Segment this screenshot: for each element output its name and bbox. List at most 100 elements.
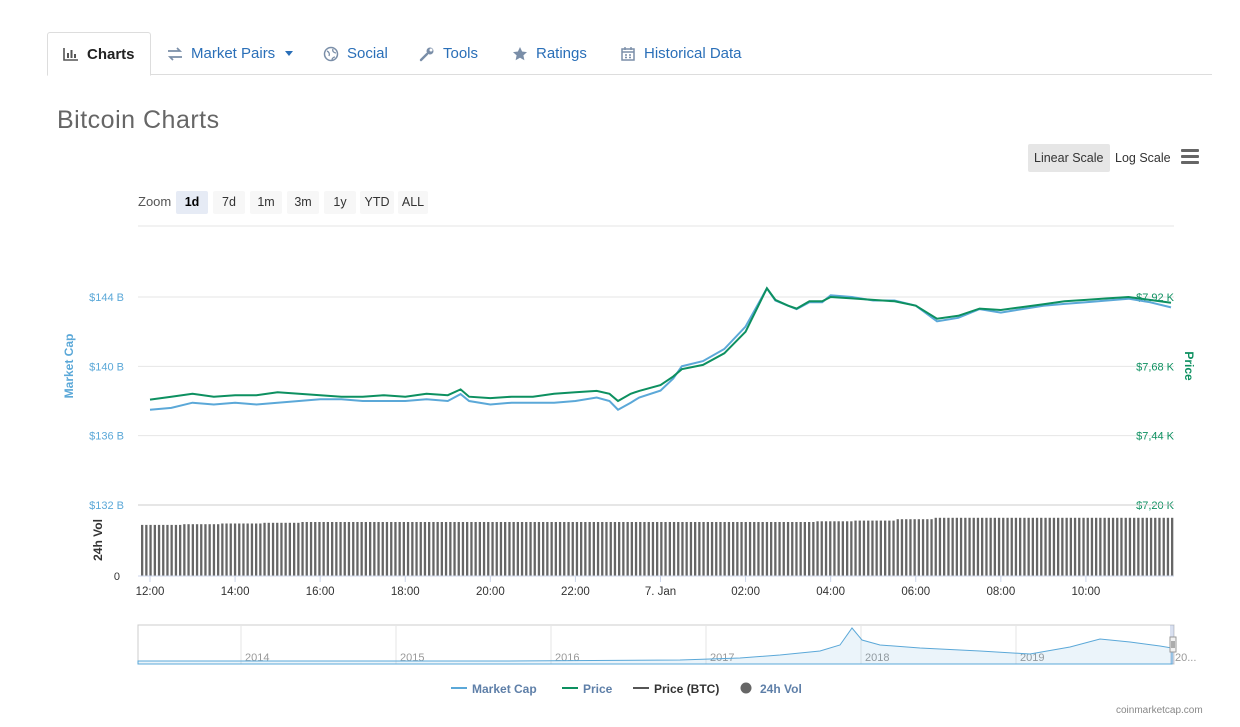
x-axis-tick-label: 04:00 [816, 586, 845, 598]
volume-bar [339, 522, 342, 576]
x-axis-tick-label: 18:00 [391, 586, 420, 598]
volume-bar [322, 522, 325, 576]
volume-bar [630, 522, 633, 576]
volume-bar [516, 522, 519, 576]
legend-label: Market Cap [472, 682, 537, 696]
volume-bar [736, 522, 739, 576]
price-axis-title: Price [1182, 351, 1196, 381]
volume-bar [428, 522, 431, 576]
volume-bar [782, 522, 785, 576]
volume-bar [546, 522, 549, 576]
volume-bar [179, 524, 182, 576]
volume-bar [233, 523, 237, 576]
volume-bar [689, 522, 693, 576]
volume-bar [1065, 517, 1068, 576]
volume-bar [250, 523, 254, 576]
volume-bar [478, 522, 481, 576]
volume-bar [495, 522, 498, 576]
volume-bar [748, 522, 752, 576]
navigator-handle[interactable] [1169, 636, 1177, 653]
volume-bar [229, 523, 232, 576]
volume-bar [647, 522, 650, 576]
volume-bar [195, 524, 199, 576]
legend-item-market-cap[interactable]: Market Cap [451, 682, 537, 696]
volume-bar [613, 522, 617, 576]
volume-bar [440, 522, 443, 576]
volume-bar [293, 522, 296, 577]
volume-bar [542, 522, 545, 576]
volume-bar [1124, 517, 1127, 576]
volume-zero-tick: 0 [114, 571, 120, 583]
volume-bar [487, 522, 490, 576]
volume-bar [1111, 517, 1115, 576]
volume-bar [605, 522, 608, 576]
legend-item-24h-vol[interactable]: 24h Vol [740, 682, 802, 696]
volume-bar [444, 522, 448, 576]
volume-bar [989, 517, 992, 576]
volume-bar [778, 522, 781, 576]
legend-item-price-btc[interactable]: Price (BTC) [633, 682, 719, 696]
volume-bar [786, 522, 790, 576]
volume-bar [436, 522, 439, 576]
volume-bar [905, 519, 908, 576]
volume-bar [255, 523, 258, 576]
volume-bar [449, 522, 452, 576]
volume-bar [816, 521, 819, 576]
volume-bar [474, 522, 477, 576]
volume-bar [1006, 517, 1009, 576]
volume-bar [398, 522, 401, 576]
right-axis-tick-label: $7,68 K [1136, 361, 1175, 373]
volume-bar [402, 522, 405, 576]
volume-bar [225, 523, 228, 576]
volume-bar [1027, 517, 1030, 576]
volume-bar [153, 524, 156, 576]
volume-bar [520, 522, 524, 576]
volume-bar [271, 522, 275, 577]
volume-bar [309, 522, 313, 576]
volume-bar [1103, 517, 1106, 576]
volume-bar [1090, 517, 1094, 576]
volume-bar [862, 520, 866, 576]
volume-bar [221, 523, 224, 576]
volume-bar [951, 517, 954, 576]
volume-bar [1052, 517, 1056, 576]
volume-bar [841, 521, 844, 576]
volume-bar [373, 522, 376, 576]
legend-item-price[interactable]: Price [562, 682, 613, 696]
volume-bar [288, 522, 291, 577]
volume-bar [217, 524, 220, 576]
volume-bar [934, 517, 937, 576]
volume-bar [356, 522, 359, 576]
volume-bar [537, 522, 541, 576]
volume-bar [812, 522, 815, 576]
volume-bar [1069, 517, 1072, 576]
bitcoin-price-chart[interactable]: $144 B$140 B$136 B$132 B $7,92 K$7,68 K$… [0, 0, 1240, 727]
volume-bar [698, 522, 701, 576]
volume-bar [664, 522, 667, 576]
volume-bar [770, 522, 773, 576]
volume-bar [1035, 517, 1039, 576]
volume-bar [1014, 517, 1018, 576]
volume-bar [466, 522, 469, 576]
volume-bar [187, 524, 190, 576]
volume-bar [850, 521, 853, 576]
volume-bar [634, 522, 638, 576]
volume-bar [723, 522, 726, 576]
volume-bar [499, 522, 503, 576]
price-series-line[interactable] [149, 286, 1172, 403]
left-axis-tick-label: $136 B [89, 431, 124, 443]
x-axis-tick-label: 08:00 [986, 586, 1015, 598]
left-axis-tick-label: $132 B [89, 500, 124, 512]
volume-bar [385, 522, 389, 576]
volume-bar [871, 520, 874, 576]
volume-bar [694, 522, 697, 576]
market-cap-series-line[interactable] [149, 286, 1172, 411]
volume-bar [204, 524, 207, 576]
volume-bar [263, 522, 266, 577]
volume-bar [508, 522, 511, 576]
legend-label: Price (BTC) [654, 682, 719, 696]
volume-bar [803, 522, 806, 576]
volume-bar [921, 519, 925, 576]
volume-bar [917, 519, 920, 576]
volume-bar [326, 522, 329, 576]
